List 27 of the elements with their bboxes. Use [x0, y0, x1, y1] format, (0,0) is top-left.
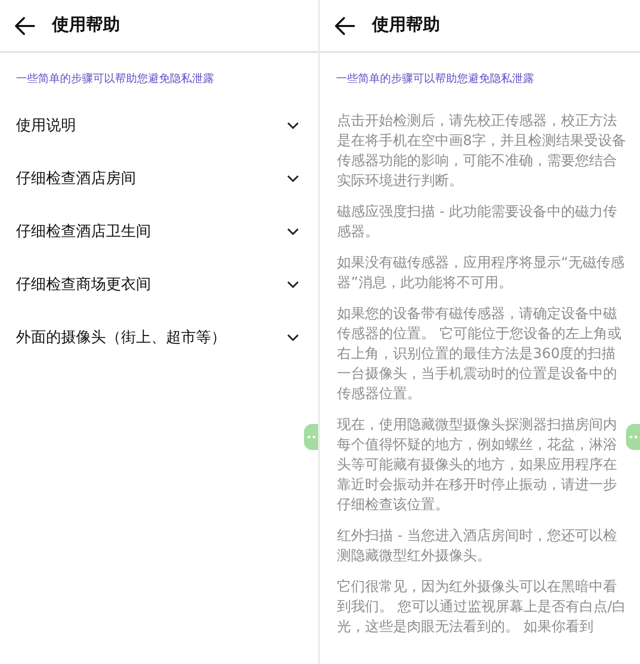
- item-label: 仔细检查酒店房间: [16, 168, 136, 190]
- accordion-item[interactable]: 使用说明: [0, 99, 318, 152]
- paragraph: 如果没有磁传感器，应用程序将显示“无磁传感器”消息，此功能将不可用。: [337, 254, 626, 293]
- side-handle[interactable]: [304, 424, 318, 450]
- side-handle[interactable]: [626, 424, 640, 450]
- accordion-item[interactable]: 仔细检查商场更衣间: [0, 258, 318, 311]
- item-label: 仔细检查酒店卫生间: [16, 221, 151, 242]
- paragraph: 磁感应强度扫描 - 此功能需要设备中的磁力传感器。: [337, 203, 618, 242]
- dots-icon: [306, 435, 316, 439]
- accordion-item[interactable]: 仔细检查酒店房间: [0, 152, 318, 205]
- paragraph: 红外扫描 - 当您进入酒店房间时，您还可以检测隐藏微型红外摄像头。: [337, 527, 618, 566]
- back-arrow-icon[interactable]: [14, 16, 36, 36]
- paragraph: 点击开始检测后，请先校正传感器，校正方法是在将手机在空中画8字，并且检测结果受设备传感器功能的影响，可能不准确，需要您结合实际环境进行判断。: [337, 112, 627, 191]
- page-title: 使用帮助: [372, 14, 440, 37]
- dots-icon: [628, 435, 638, 439]
- paragraph: 如果您的设备带有磁传感器，请确定设备中磁传感器的位置。 它可能位于您设备的左上角或右上角，识别位置的最佳方法是360度的扫描一台摄像头，当手机震动时的位置是设备中的传感器位置。: [337, 305, 622, 404]
- subtitle: 一些简单的步骤可以帮助您避免隐私泄露: [336, 71, 534, 87]
- back-arrow-icon[interactable]: [334, 16, 356, 36]
- subtitle: 一些简单的步骤可以帮助您避免隐私泄露: [16, 71, 214, 87]
- item-label: 外面的摄像头（街上、超市等）: [16, 327, 226, 348]
- item-label: 仔细检查商场更衣间: [16, 274, 151, 296]
- item-label: 使用说明: [16, 115, 76, 136]
- accordion-item[interactable]: 外面的摄像头（街上、超市等）: [0, 311, 318, 364]
- paragraph: 它们很常见，因为红外摄像头可以在黑暗中看到我们。 您可以通过监视屏幕上是否有白点/白光，这些是肉眼无法看到的。 如果你看到: [337, 578, 628, 637]
- page-title: 使用帮助: [52, 14, 120, 37]
- accordion-item[interactable]: 仔细检查酒店卫生间: [0, 205, 318, 258]
- paragraph: 现在，使用隐藏微型摄像头探测器扫描房间内每个值得怀疑的地方，例如螺丝，花盆，淋浴头等可能藏有摄像头的地方，如果应用程序在靠近时会振动并在移开时停止振动，请进一步仔细检查该位置。: [337, 416, 618, 515]
